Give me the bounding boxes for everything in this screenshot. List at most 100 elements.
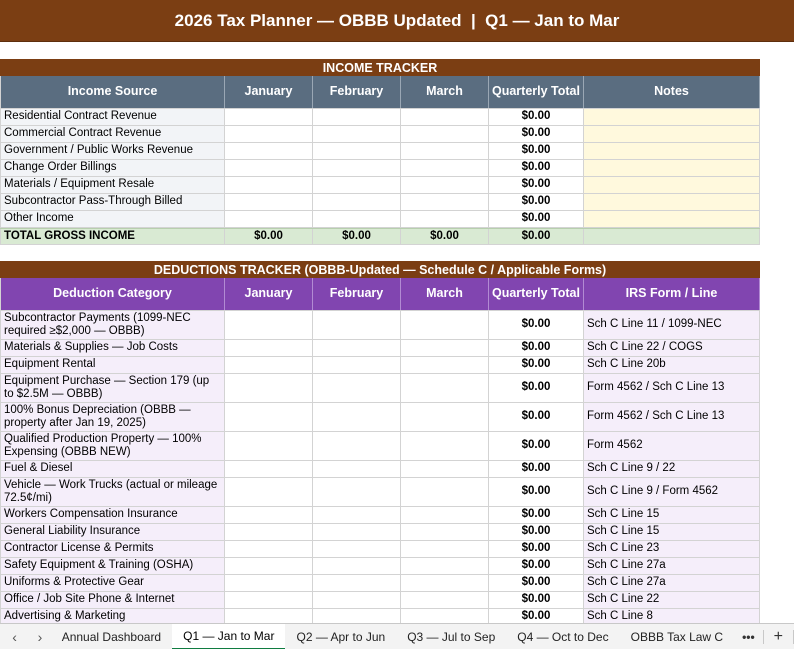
january-cell[interactable] (225, 524, 313, 540)
march-cell[interactable] (401, 575, 489, 591)
irs-form-cell[interactable]: Sch C Line 15 (584, 524, 760, 540)
deduction-category-cell[interactable]: 100% Bonus Depreciation (OBBB — property… (0, 403, 225, 431)
january-cell[interactable] (225, 126, 313, 142)
march-cell[interactable] (401, 524, 489, 540)
february-cell[interactable] (313, 340, 401, 356)
income-section-title[interactable]: INCOME TRACKER (0, 59, 760, 76)
quarterly-total-cell[interactable]: $0.00 (489, 403, 584, 431)
sheet-title-banner[interactable]: 2026 Tax Planner — OBBB Updated | Q1 — J… (0, 0, 794, 42)
march-cell[interactable] (401, 357, 489, 373)
january-cell[interactable] (225, 143, 313, 159)
february-cell[interactable] (313, 432, 401, 460)
march-cell[interactable] (401, 592, 489, 608)
notes-cell[interactable] (584, 194, 760, 210)
march-cell[interactable] (401, 403, 489, 431)
february-cell[interactable] (313, 575, 401, 591)
irs-form-cell[interactable]: Sch C Line 27a (584, 558, 760, 574)
total-gross-income-label[interactable]: TOTAL GROSS INCOME (0, 229, 225, 244)
quarterly-total-cell[interactable]: $0.00 (489, 524, 584, 540)
sheet-tab[interactable]: Q4 — Oct to Dec (506, 624, 619, 649)
march-cell[interactable] (401, 432, 489, 460)
march-cell[interactable] (401, 109, 489, 125)
january-cell[interactable] (225, 432, 313, 460)
quarterly-total-cell[interactable]: $0.00 (489, 311, 584, 339)
march-cell[interactable] (401, 374, 489, 402)
sheet-tab[interactable]: Annual Dashboard (51, 624, 172, 649)
march-cell[interactable] (401, 126, 489, 142)
quarterly-total-cell[interactable]: $0.00 (489, 211, 584, 227)
january-cell[interactable] (225, 478, 313, 506)
february-cell[interactable] (313, 374, 401, 402)
tab-scroll-right-icon[interactable]: › (29, 629, 50, 645)
more-tabs-icon[interactable]: ••• (734, 630, 763, 644)
january-cell[interactable] (225, 177, 313, 193)
february-cell[interactable] (313, 478, 401, 506)
income-header-source[interactable]: Income Source (0, 76, 225, 108)
quarterly-total-cell[interactable]: $0.00 (489, 357, 584, 373)
irs-form-cell[interactable]: Sch C Line 9 / 22 (584, 461, 760, 477)
march-cell[interactable] (401, 507, 489, 523)
irs-form-cell[interactable]: Form 4562 / Sch C Line 13 (584, 403, 760, 431)
total-march[interactable]: $0.00 (401, 229, 489, 244)
notes-cell[interactable] (584, 109, 760, 125)
sheet-tab[interactable]: OBBB Tax Law C (620, 624, 734, 649)
february-cell[interactable] (313, 461, 401, 477)
january-cell[interactable] (225, 311, 313, 339)
deduction-category-cell[interactable]: Fuel & Diesel (0, 461, 225, 477)
february-cell[interactable] (313, 160, 401, 176)
add-sheet-icon[interactable]: + (764, 628, 793, 646)
january-cell[interactable] (225, 403, 313, 431)
deductions-header-february[interactable]: February (313, 278, 401, 310)
total-february[interactable]: $0.00 (313, 229, 401, 244)
february-cell[interactable] (313, 211, 401, 227)
deductions-header-category[interactable]: Deduction Category (0, 278, 225, 310)
february-cell[interactable] (313, 558, 401, 574)
irs-form-cell[interactable]: Sch C Line 23 (584, 541, 760, 557)
notes-cell[interactable] (584, 211, 760, 227)
february-cell[interactable] (313, 357, 401, 373)
february-cell[interactable] (313, 109, 401, 125)
quarterly-total-cell[interactable]: $0.00 (489, 507, 584, 523)
notes-cell[interactable] (584, 126, 760, 142)
notes-cell[interactable] (584, 177, 760, 193)
deduction-category-cell[interactable]: Materials & Supplies — Job Costs (0, 340, 225, 356)
january-cell[interactable] (225, 194, 313, 210)
deduction-category-cell[interactable]: Contractor License & Permits (0, 541, 225, 557)
march-cell[interactable] (401, 311, 489, 339)
february-cell[interactable] (313, 143, 401, 159)
sheet-tab[interactable]: Q1 — Jan to Mar (172, 623, 286, 649)
february-cell[interactable] (313, 507, 401, 523)
income-source-cell[interactable]: Residential Contract Revenue (0, 109, 225, 125)
sheet-tab[interactable]: Q2 — Apr to Jun (285, 624, 396, 649)
deduction-category-cell[interactable]: Qualified Production Property — 100% Exp… (0, 432, 225, 460)
quarterly-total-cell[interactable]: $0.00 (489, 109, 584, 125)
march-cell[interactable] (401, 160, 489, 176)
january-cell[interactable] (225, 558, 313, 574)
irs-form-cell[interactable]: Sch C Line 15 (584, 507, 760, 523)
deductions-header-quarterly-total[interactable]: Quarterly Total (489, 278, 584, 310)
quarterly-total-cell[interactable]: $0.00 (489, 143, 584, 159)
quarterly-total-cell[interactable]: $0.00 (489, 558, 584, 574)
deductions-section-title[interactable]: DEDUCTIONS TRACKER (OBBB-Updated — Sched… (0, 261, 760, 278)
january-cell[interactable] (225, 507, 313, 523)
march-cell[interactable] (401, 143, 489, 159)
sheet-tab[interactable]: Q3 — Jul to Sep (396, 624, 506, 649)
irs-form-cell[interactable]: Sch C Line 22 / COGS (584, 340, 760, 356)
income-header-notes[interactable]: Notes (584, 76, 760, 108)
deductions-header-january[interactable]: January (225, 278, 313, 310)
quarterly-total-cell[interactable]: $0.00 (489, 461, 584, 477)
quarterly-total-cell[interactable]: $0.00 (489, 177, 584, 193)
january-cell[interactable] (225, 357, 313, 373)
january-cell[interactable] (225, 592, 313, 608)
notes-cell[interactable] (584, 143, 760, 159)
deductions-header-march[interactable]: March (401, 278, 489, 310)
february-cell[interactable] (313, 126, 401, 142)
notes-cell[interactable] (584, 160, 760, 176)
irs-form-cell[interactable]: Form 4562 (584, 432, 760, 460)
deduction-category-cell[interactable]: Office / Job Site Phone & Internet (0, 592, 225, 608)
march-cell[interactable] (401, 558, 489, 574)
february-cell[interactable] (313, 592, 401, 608)
deduction-category-cell[interactable]: Uniforms & Protective Gear (0, 575, 225, 591)
quarterly-total-cell[interactable]: $0.00 (489, 541, 584, 557)
irs-form-cell[interactable]: Sch C Line 27a (584, 575, 760, 591)
